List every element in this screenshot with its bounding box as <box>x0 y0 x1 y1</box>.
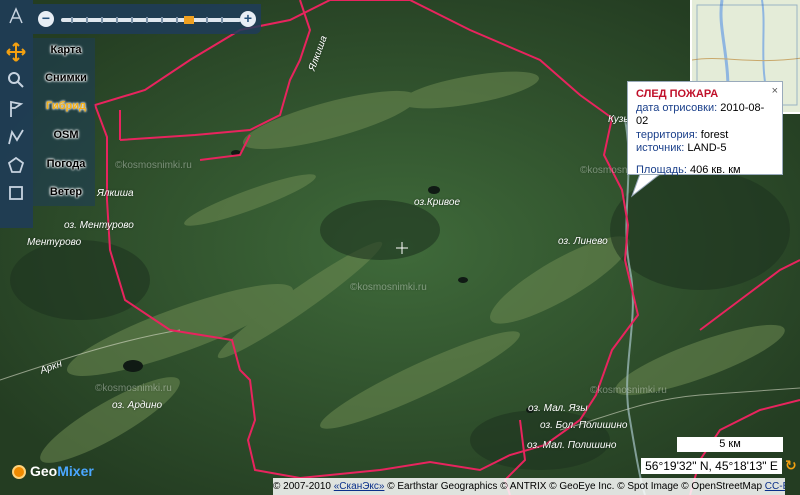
zoom-in-button[interactable]: + <box>240 11 256 27</box>
polygon-icon[interactable] <box>5 154 27 176</box>
map-label-lake: оз. Линево <box>558 236 608 247</box>
popup-date-row: дата отрисовки: 2010-08-02 <box>636 102 774 129</box>
copyright-prefix: © 2007-2010 <box>273 481 331 492</box>
satellite-map[interactable] <box>0 0 800 495</box>
logo-part1: Geo <box>30 463 58 479</box>
zoom-slider-thumb[interactable] <box>184 16 194 24</box>
popup-territory-row: территория: forest <box>636 129 774 143</box>
layer-map-button[interactable]: Карта <box>43 42 89 58</box>
map-label-village: Кузь <box>608 114 629 125</box>
map-label-lake: оз.Кривое <box>414 197 461 208</box>
popup-area-value: 406 кв. км <box>690 163 741 176</box>
map-label-village: Ментурово <box>27 237 82 248</box>
popup-area-row: Площадь: 406 кв. км <box>636 164 774 178</box>
copyright-bar: © 2007-2010 «СканЭкс» © Earthstar Geogra… <box>273 478 785 495</box>
popup-title: СЛЕД ПОЖАРА <box>636 88 719 100</box>
refresh-icon[interactable]: ↻ <box>785 459 799 473</box>
zoom-out-button[interactable]: − <box>38 11 54 27</box>
layer-osm-button[interactable]: OSM <box>43 127 89 143</box>
popup-date-label: дата отрисовки: <box>636 101 718 114</box>
map-label-river: Ялкиша <box>97 188 134 199</box>
popup-source-row: источник: LAND-5 <box>636 142 774 156</box>
watermark: ©kosmosnimki.ru <box>115 160 192 171</box>
fire-info-popup: × СЛЕД ПОЖАРА дата отрисовки: 2010-08-02… <box>627 81 783 178</box>
layer-hybrid-button[interactable]: Гибрид <box>43 98 89 114</box>
popup-territory-value: forest <box>700 128 729 141</box>
popup-area-label: Площадь: <box>636 163 687 176</box>
layer-satellite-button[interactable]: Снимки <box>43 70 89 86</box>
coordinates-readout: 56°19'32" N, 45°18'13" E <box>641 458 782 474</box>
watermark: ©kosmosnimki.ru <box>95 383 172 394</box>
flag-icon[interactable] <box>5 98 27 120</box>
zoom-control: − + <box>33 4 261 34</box>
popup-source-label: источник: <box>636 142 685 154</box>
pan-icon[interactable] <box>5 41 27 63</box>
map-label-lake: оз. Бол. Полишино <box>540 420 628 431</box>
layer-weather-button[interactable]: Погода <box>43 156 89 172</box>
copyright-rest: © Earthstar Geographics © ANTRIX © GeoEy… <box>387 481 763 492</box>
geomixer-logo[interactable]: GeoMixer <box>12 463 94 480</box>
copyright-skanex-link[interactable]: «СканЭкс» <box>334 481 385 492</box>
popup-source-value: LAND-5 <box>687 142 727 154</box>
zoom-slider[interactable] <box>61 16 241 24</box>
watermark: ©kosmosnimki.ru <box>590 385 667 396</box>
popup-close-button[interactable]: × <box>772 85 778 99</box>
map-label-lake: оз. Ментурово <box>64 220 134 231</box>
map-toolbar <box>0 0 33 228</box>
rectangle-icon[interactable] <box>5 182 27 204</box>
map-label-lake: оз. Мал. Полишино <box>527 440 617 451</box>
geomixer-logo-icon <box>12 465 26 480</box>
map-label-lake: оз. Мал. Язы <box>528 403 588 414</box>
layer-wind-button[interactable]: Ветер <box>43 184 89 200</box>
polyline-icon[interactable] <box>5 126 27 148</box>
search-icon[interactable] <box>5 69 27 91</box>
logo-part2: Mixer <box>57 463 94 479</box>
compass-icon[interactable] <box>5 5 27 27</box>
map-label-lake: оз. Ардино <box>112 400 163 411</box>
scale-label: 5 км <box>719 438 741 450</box>
copyright-license-link[interactable]: CC-BY-SA <box>765 481 785 492</box>
layer-switcher: Карта Снимки Гибрид OSM Погода Ветер <box>33 38 95 206</box>
scale-bar: 5 км <box>677 437 783 452</box>
popup-territory-label: территория: <box>636 128 698 141</box>
watermark: ©kosmosnimki.ru <box>350 282 427 293</box>
